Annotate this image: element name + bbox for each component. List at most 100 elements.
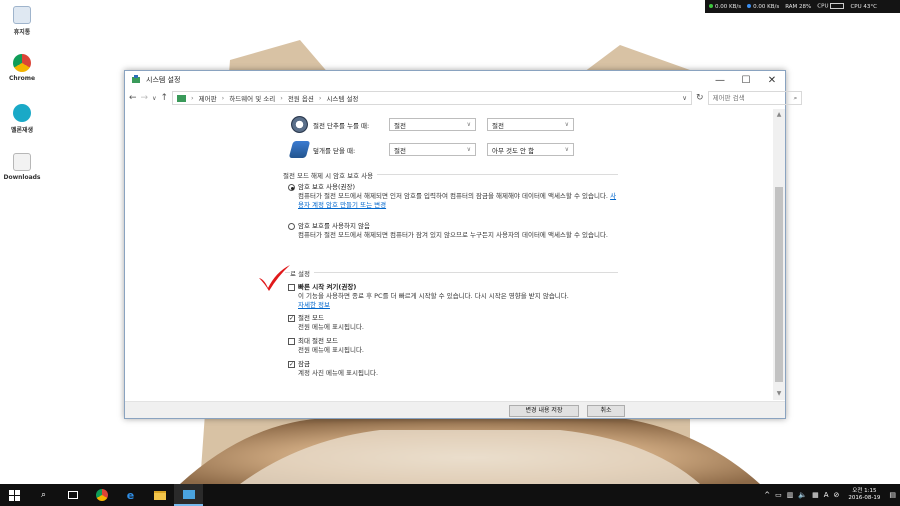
block-icon[interactable]: ⊘	[834, 491, 840, 499]
shutdown-group-divider	[285, 272, 618, 273]
chevron-down-icon: ∨	[466, 146, 471, 153]
clock[interactable]: 오전 1:15 2016-08-19	[848, 488, 880, 502]
red-checkmark-annotation	[259, 265, 290, 291]
start-button[interactable]	[0, 484, 29, 506]
chrome-icon	[13, 54, 31, 72]
back-arrow-icon[interactable]: ←	[129, 93, 137, 103]
maximize-button[interactable]: ☐	[733, 75, 759, 86]
folder-icon	[153, 490, 166, 500]
chevron-down-icon: ∨	[564, 121, 569, 128]
chevron-down-icon: ∨	[466, 121, 471, 128]
breadcrumb-hardware-sound[interactable]: 하드웨어 및 소리	[229, 93, 275, 103]
lid-close-battery-select[interactable]: 절전 ∨	[389, 143, 476, 156]
laptop-lid-icon	[288, 141, 311, 158]
cancel-button[interactable]: 취소	[587, 405, 625, 417]
desktop-icon-downloads[interactable]: Downloads	[2, 153, 42, 181]
system-tray: ^ ▭ ▥ 🔈 ▦ A ⊘ 오전 1:15 2016-08-19 ▤	[764, 488, 900, 502]
hibernate-option: 최대 절전 모드 전원 메뉴에 표시됩니다.	[288, 337, 618, 355]
tray-expand-icon[interactable]: ^	[764, 491, 770, 499]
search-taskbar-button[interactable]: ⌕	[29, 484, 58, 506]
download-rate: 0.00 KB/s	[747, 3, 779, 10]
window-title: 시스템 설정	[146, 76, 181, 84]
title-bar[interactable]: 시스템 설정 — ☐ ✕	[125, 71, 785, 89]
recent-dropdown-icon[interactable]: ∨	[152, 95, 156, 102]
address-dropdown-icon[interactable]: ∨	[682, 94, 687, 102]
cpu-temperature: CPU 43°C	[850, 3, 877, 10]
edge-icon: e	[126, 488, 135, 502]
control-panel-icon	[177, 94, 187, 102]
notification-icon[interactable]: ▤	[889, 491, 896, 499]
battery-icon[interactable]: ▭	[775, 491, 782, 499]
edge-taskbar-button[interactable]: e	[116, 484, 145, 506]
recycle-bin-icon	[13, 6, 31, 24]
downloads-folder-icon	[13, 153, 31, 171]
lid-close-label: 덮개를 닫을 때:	[313, 146, 356, 155]
scroll-up-icon[interactable]: ▲	[773, 109, 785, 121]
address-bar: ← → ∨ ↑ › 제어판 › 하드웨어 및 소리 › 전원 옵션 › 시스템 …	[125, 89, 803, 107]
up-arrow-icon[interactable]: ↑	[161, 93, 169, 103]
task-view-button[interactable]	[58, 484, 87, 506]
file-explorer-taskbar-button[interactable]	[145, 484, 174, 506]
power-button-icon	[291, 116, 308, 133]
control-panel-icon	[182, 489, 195, 499]
breadcrumb-power-options[interactable]: 전원 옵션	[288, 93, 314, 103]
power-button-label: 절전 단추를 누를 때:	[313, 121, 370, 130]
lock-checkbox[interactable]: ✓	[288, 361, 295, 368]
lid-close-plugged-select[interactable]: 아무 것도 안 함 ∨	[487, 143, 574, 156]
search-box[interactable]: ⌕	[707, 91, 803, 105]
breadcrumb-system-settings[interactable]: 시스템 설정	[326, 93, 358, 103]
save-changes-button[interactable]: 변경 내용 저장	[509, 405, 579, 417]
cpu-meter	[830, 3, 845, 10]
system-settings-window: 시스템 설정 — ☐ ✕ ← → ∨ ↑ › 제어판 › 하드웨어 및 소리 ›…	[124, 70, 803, 419]
settings-content: 절전 단추를 누를 때: 절전 ∨ 절전 ∨ 덮개를 닫을 때: 절전 ∨ 아무 것도…	[125, 109, 773, 402]
password-not-required-radio[interactable]	[288, 223, 295, 230]
desktop: 휴지통 Chrome 멜론재생 Downloads 0.00 KB/s 0.00…	[0, 0, 900, 484]
scrollbar-thumb[interactable]	[775, 187, 783, 382]
download-dot-icon	[747, 3, 752, 8]
language-icon[interactable]: A	[824, 491, 829, 499]
lid-close-row: 덮개를 닫을 때: 절전 ∨ 아무 것도 안 함 ∨	[288, 141, 585, 158]
cpu-usage: CPU	[817, 3, 845, 10]
power-options-icon	[132, 75, 140, 83]
control-panel-taskbar-button[interactable]	[174, 484, 203, 506]
vertical-scrollbar[interactable]: ▲ ▼	[773, 109, 785, 400]
search-icon[interactable]: ⌕	[794, 94, 798, 103]
power-button-row: 절전 단추를 누를 때: 절전 ∨ 절전 ∨	[291, 116, 585, 133]
breadcrumb[interactable]: › 제어판 › 하드웨어 및 소리 › 전원 옵션 › 시스템 설정 ∨	[172, 91, 693, 105]
password-group-title: 절전 모드 해제 시 암호 보호 사용	[283, 170, 378, 180]
shutdown-group-title: 료 설정	[290, 268, 315, 278]
refresh-icon[interactable]: ↻	[696, 93, 704, 103]
network-icon[interactable]: ▥	[787, 491, 794, 499]
ime-icon[interactable]: ▦	[812, 491, 819, 499]
chrome-icon	[95, 489, 108, 501]
volume-icon[interactable]: 🔈	[798, 491, 807, 499]
chrome-taskbar-button[interactable]	[87, 484, 116, 506]
upload-rate: 0.00 KB/s	[709, 3, 741, 10]
minimize-button[interactable]: —	[707, 75, 733, 86]
hibernate-checkbox[interactable]	[288, 338, 295, 345]
password-required-option: 암호 보호 사용(권장) 컴퓨터가 절전 모드에서 해제되면 인저 암호를 입력…	[288, 183, 618, 210]
desktop-icon-recycle-bin[interactable]: 휴지통	[2, 6, 42, 36]
taskbar: ⌕ e ^ ▭ ▥ 🔈 ▦ A ⊘ 오전 1:15 2016-08-19 ▤	[0, 484, 900, 506]
search-input[interactable]	[712, 94, 794, 102]
password-not-required-option: 암호 보호를 사용하지 않음 컴퓨터가 절전 모드에서 해제되면 컴퓨터가 잠겨…	[288, 222, 618, 240]
close-button[interactable]: ✕	[759, 75, 785, 86]
windows-logo-icon	[9, 489, 20, 501]
upload-dot-icon	[709, 3, 713, 8]
chevron-down-icon: ∨	[564, 146, 569, 153]
more-info-link[interactable]: 자세한 정보	[298, 301, 330, 309]
breadcrumb-control-panel[interactable]: 제어판	[199, 93, 217, 103]
password-required-radio[interactable]	[288, 184, 295, 191]
sleep-checkbox[interactable]: ✓	[288, 315, 295, 322]
performance-monitor-bar: 0.00 KB/s 0.00 KB/s RAM 28% CPU CPU 43°C	[705, 0, 900, 13]
ram-usage: RAM 28%	[785, 3, 812, 10]
search-icon: ⌕	[40, 490, 47, 500]
forward-arrow-icon[interactable]: →	[141, 93, 149, 103]
task-view-icon	[67, 491, 78, 499]
power-button-battery-select[interactable]: 절전 ∨	[389, 118, 476, 131]
desktop-icon-chrome[interactable]: Chrome	[2, 54, 42, 82]
power-button-plugged-select[interactable]: 절전 ∨	[487, 118, 574, 131]
lock-option: ✓ 잠금 계정 사진 메뉴에 표시됩니다.	[288, 360, 379, 377]
scroll-down-icon[interactable]: ▼	[773, 388, 785, 400]
desktop-icon-player[interactable]: 멜론재생	[2, 104, 42, 134]
